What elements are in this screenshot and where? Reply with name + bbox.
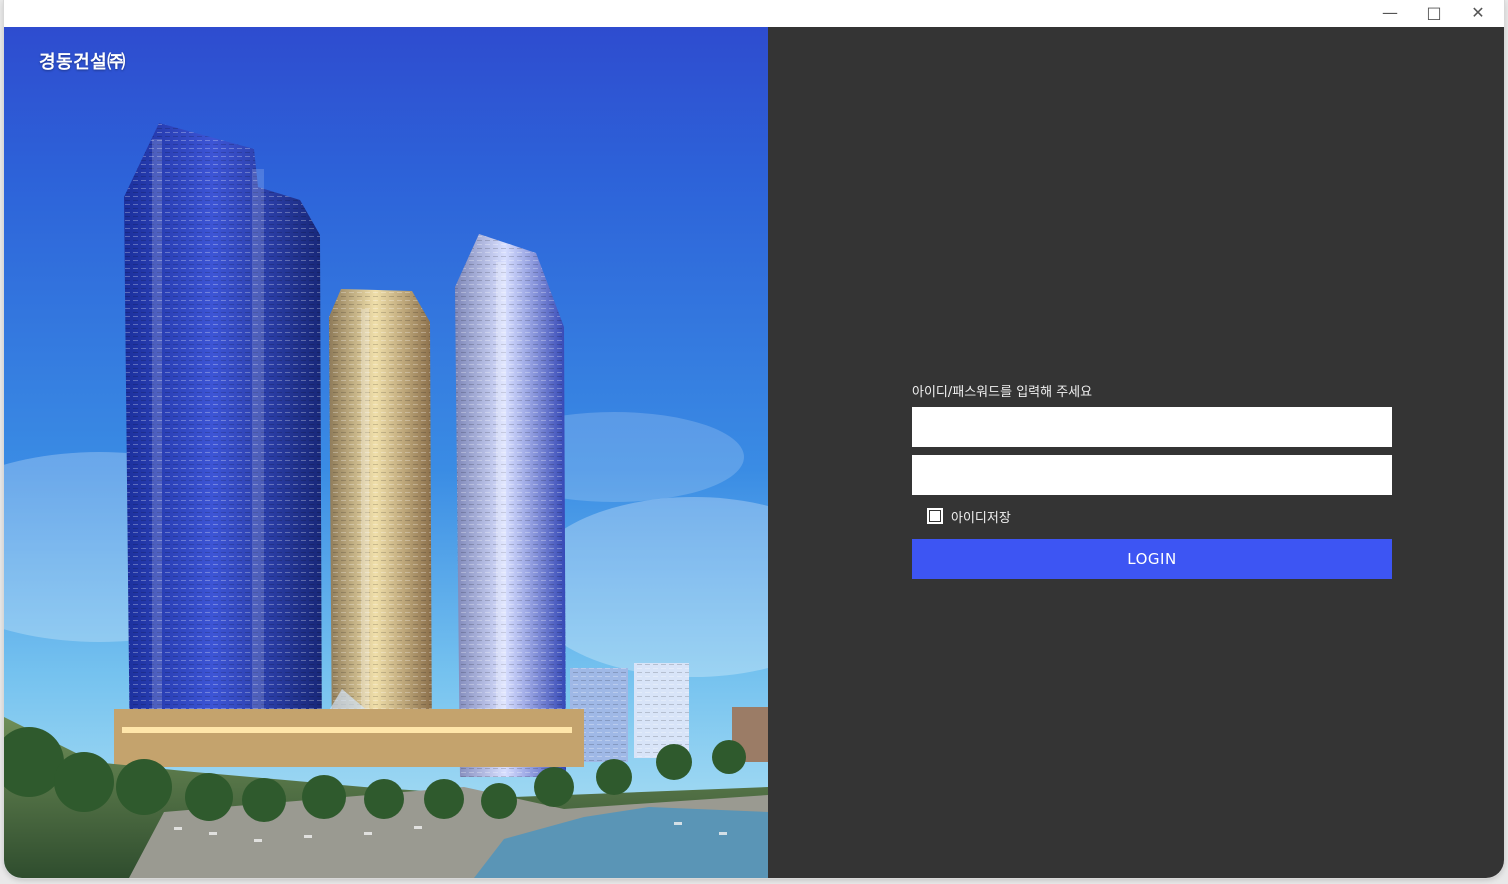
close-button[interactable]: ✕: [1466, 2, 1490, 24]
maximize-button[interactable]: □: [1422, 2, 1446, 24]
maximize-icon: □: [1426, 3, 1442, 22]
title-bar: — □ ✕: [4, 0, 1504, 27]
company-logo: 경동건설㈜: [39, 52, 126, 73]
app-window: — □ ✕ 경동건설㈜ 아이디/패스워드를 입력해 주세요 아이디저장 LOGI…: [4, 0, 1504, 878]
building-complex-image: [4, 123, 768, 878]
remember-id-row[interactable]: 아이디저장: [927, 503, 1392, 529]
login-form: 아이디/패스워드를 입력해 주세요 아이디저장 LOGIN: [912, 383, 1392, 579]
username-input[interactable]: [912, 407, 1392, 447]
window-controls: — □ ✕: [1378, 2, 1490, 24]
login-button[interactable]: LOGIN: [912, 539, 1392, 579]
remember-id-label: 아이디저장: [951, 510, 1011, 526]
minimize-icon: —: [1382, 3, 1398, 22]
password-input[interactable]: [912, 455, 1392, 495]
hero-panel: 경동건설㈜: [4, 27, 768, 878]
login-instruction: 아이디/패스워드를 입력해 주세요: [912, 385, 1093, 400]
login-panel: 아이디/패스워드를 입력해 주세요 아이디저장 LOGIN: [768, 27, 1504, 878]
remember-id-checkbox[interactable]: [927, 508, 943, 524]
minimize-button[interactable]: —: [1378, 2, 1402, 24]
main-content: 경동건설㈜ 아이디/패스워드를 입력해 주세요 아이디저장 LOGIN: [4, 27, 1504, 878]
close-icon: ✕: [1471, 3, 1485, 22]
